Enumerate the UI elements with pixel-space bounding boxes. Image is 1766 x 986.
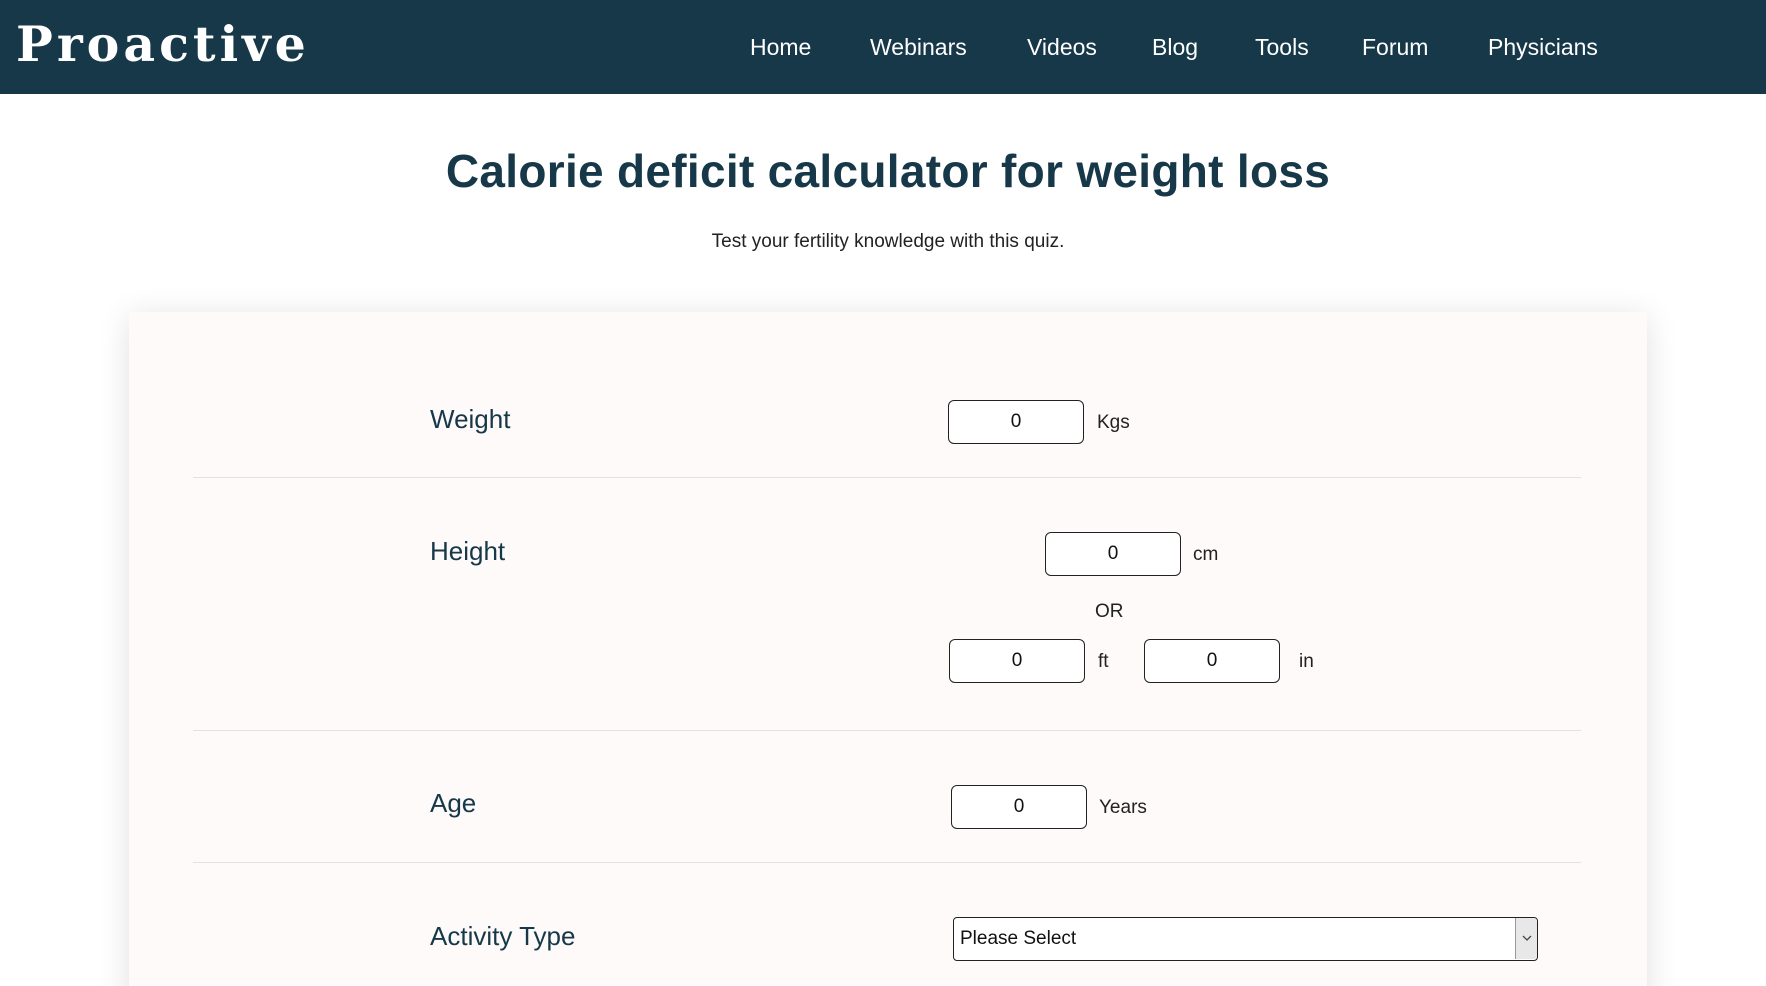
chevron-down-icon [1522, 935, 1532, 941]
nav-videos[interactable]: Videos [1027, 30, 1097, 64]
height-cm-unit: cm [1193, 544, 1219, 565]
activity-type-select[interactable]: Please Select [953, 917, 1538, 961]
weight-label: Weight [430, 404, 511, 434]
row-divider [193, 730, 1581, 731]
weight-unit: Kgs [1097, 412, 1130, 433]
height-label: Height [430, 536, 506, 566]
calculator-card [129, 312, 1647, 986]
page-subtitle: Test your fertility knowledge with this … [711, 231, 1065, 252]
nav-blog[interactable]: Blog [1152, 30, 1198, 64]
nav-forum[interactable]: Forum [1362, 30, 1428, 64]
page-title: Calorie deficit calculator for weight lo… [445, 145, 1331, 197]
nav-physicians[interactable]: Physicians [1488, 30, 1598, 64]
height-in-input[interactable] [1144, 639, 1280, 683]
activity-type-label: Activity Type [430, 921, 576, 951]
age-unit: Years [1099, 797, 1147, 818]
height-cm-input[interactable] [1045, 532, 1181, 576]
top-navbar: Proactive Home Webinars Videos Blog Tool… [0, 0, 1766, 94]
nav-home[interactable]: Home [750, 30, 811, 64]
age-input[interactable] [951, 785, 1087, 829]
row-divider [193, 862, 1581, 863]
main-nav: Home Webinars Videos Blog Tools Forum Ph… [0, 0, 1766, 94]
row-divider [193, 477, 1581, 478]
activity-type-selected: Please Select [960, 928, 1077, 949]
select-dropdown-button[interactable] [1515, 918, 1537, 959]
height-or-text: OR [1095, 601, 1124, 622]
height-ft-unit: ft [1098, 651, 1109, 672]
nav-webinars[interactable]: Webinars [870, 30, 967, 64]
age-label: Age [430, 788, 477, 818]
height-ft-input[interactable] [949, 639, 1085, 683]
nav-tools[interactable]: Tools [1255, 30, 1309, 64]
weight-input[interactable] [948, 400, 1084, 444]
height-in-unit: in [1299, 651, 1314, 672]
